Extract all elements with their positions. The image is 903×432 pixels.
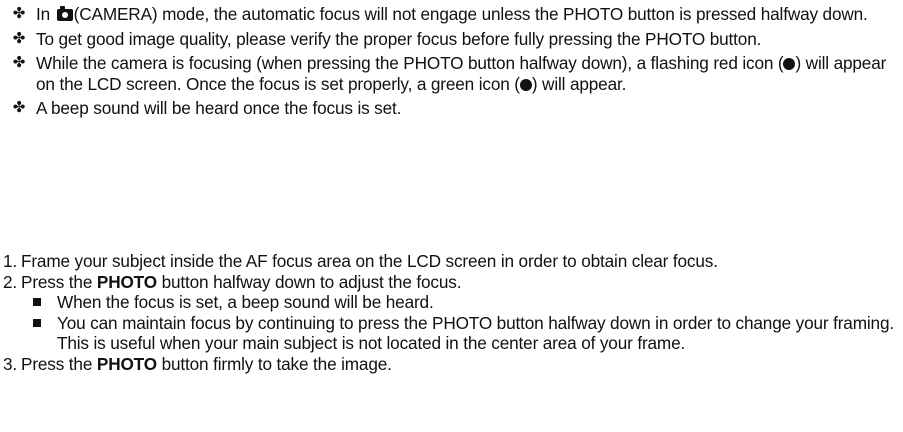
filled-circle-icon [519, 78, 532, 91]
note-item: ✤ To get good image quality, please verif… [0, 29, 903, 50]
bullet-icon: ✤ [12, 99, 26, 117]
text-fragment: In [36, 4, 55, 24]
notes-list: ✤ In (CAMERA) mode, the automatic focus w… [0, 4, 903, 123]
square-bullet-icon [33, 298, 41, 307]
sub-item: You can maintain focus by continuing to … [21, 313, 903, 354]
text-fragment: button halfway down to adjust the focus. [156, 271, 462, 292]
sub-item-text: When the focus is set, a beep sound will… [57, 292, 434, 313]
bold-term: PHOTO [96, 353, 157, 374]
step-item: 2. Press the PHOTO button halfway down to… [0, 272, 903, 354]
steps-list: 1. Frame your subject inside the AF focus… [0, 251, 903, 375]
manual-page: ✤ In (CAMERA) mode, the automatic focus w… [0, 0, 903, 432]
text-fragment: Press the [21, 353, 97, 374]
step-item: 1. Frame your subject inside the AF focus… [0, 251, 903, 272]
bullet-icon: ✤ [12, 5, 26, 22]
step-number: 3. [3, 353, 18, 374]
filled-circle-icon [783, 58, 796, 71]
text-fragment: Press the [21, 271, 97, 292]
bold-term: PHOTO [96, 271, 157, 292]
note-item: ✤ A beep sound will be heard once the foc… [0, 98, 903, 119]
text-fragment: A beep sound will be heard once the focu… [36, 98, 402, 119]
step-item: 3. Press the PHOTO button firmly to take … [0, 354, 903, 375]
text-fragment: Frame your subject inside the AF focus a… [21, 251, 718, 271]
step-number: 1. [3, 251, 18, 271]
note-item: ✤ While the camera is focusing (when pres… [0, 53, 903, 94]
sub-list: When the focus is set, a beep sound will… [21, 292, 903, 354]
sub-item: When the focus is set, a beep sound will… [21, 292, 903, 313]
bullet-icon: ✤ [12, 54, 26, 72]
step-number: 2. [3, 271, 18, 292]
text-fragment: button firmly to take the image. [156, 353, 392, 374]
text-fragment: (CAMERA) mode, the automatic focus will … [73, 4, 868, 24]
sub-item-text: You can maintain focus by continuing to … [57, 312, 894, 354]
camera-icon [56, 6, 73, 21]
text-fragment: While the camera is focusing (when press… [36, 53, 784, 74]
square-bullet-icon [33, 318, 41, 327]
text-fragment: ) will appear. [531, 73, 627, 94]
text-fragment: To get good image quality, please verify… [36, 28, 762, 49]
bullet-icon: ✤ [12, 29, 26, 47]
note-item: ✤ In (CAMERA) mode, the automatic focus w… [0, 4, 903, 25]
